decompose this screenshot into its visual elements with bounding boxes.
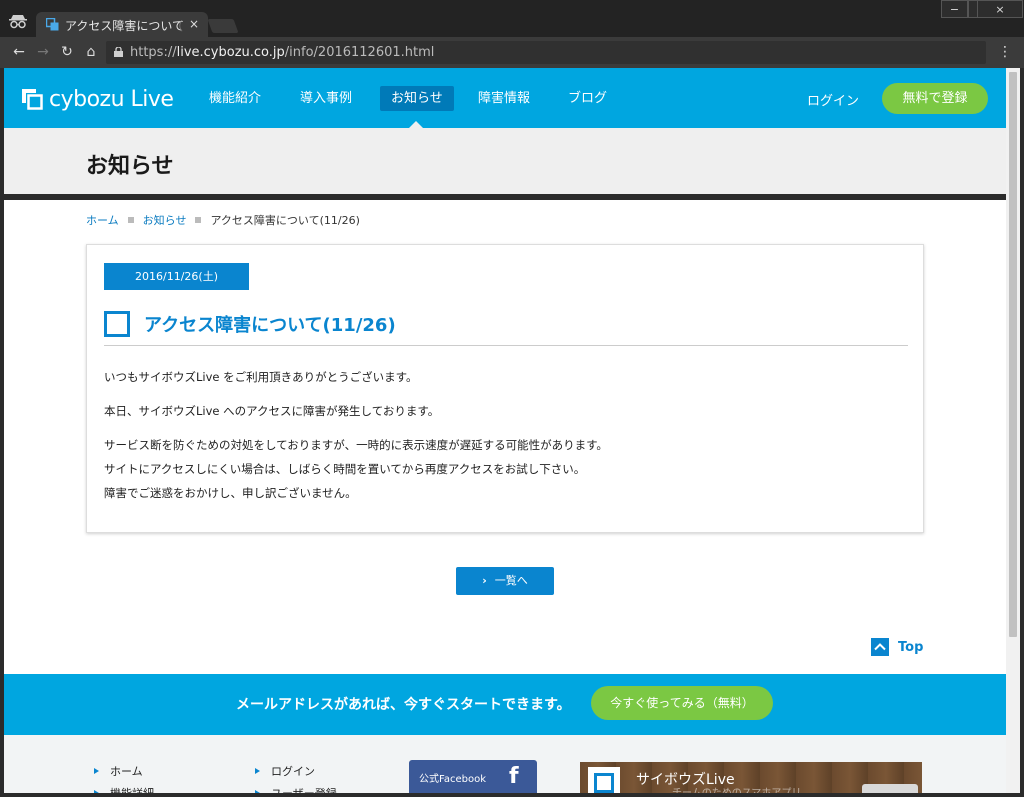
article-title: アクセス障害について(11/26) xyxy=(144,315,396,336)
promo-subtitle: チームのためのスマホアプリ xyxy=(672,784,801,793)
breadcrumb-current: アクセス障害について(11/26) xyxy=(210,214,360,227)
nav-case-studies[interactable]: 導入事例 xyxy=(289,86,363,111)
article-divider xyxy=(104,345,908,346)
article-date: 2016/11/26(土) xyxy=(104,263,249,290)
article-paragraph: サービス断を防ぐための対処をしておりますが、一時的に表示速度が遅延する可能性があ… xyxy=(104,438,608,452)
home-icon[interactable]: ⌂ xyxy=(83,44,99,60)
nav-blog[interactable]: ブログ xyxy=(557,86,618,111)
back-to-list-button[interactable]: › 一覧へ xyxy=(456,567,554,595)
chevron-up-icon xyxy=(871,638,889,656)
try-now-button[interactable]: 今すぐ使ってみる（無料） xyxy=(591,686,773,720)
facebook-box[interactable]: 公式Facebook f xyxy=(409,760,537,793)
facebook-icon: f xyxy=(509,764,519,789)
page-viewport: cybozu Live 機能紹介 導入事例 お知らせ 障害情報 ブログ ログイン… xyxy=(4,68,1006,793)
breadcrumb-home[interactable]: ホーム xyxy=(86,212,119,228)
footer-link-label: 機能詳細 xyxy=(110,785,154,793)
nav-outage-info[interactable]: 障害情報 xyxy=(467,86,541,111)
article-body: いつもサイボウズLive をご利用頂きありがとうございます。 本日、サイボウズL… xyxy=(104,365,608,505)
site-footer: ホーム 機能詳細 ログイン ユーザー登録 公式Facebook f サイボウズL… xyxy=(4,735,1006,793)
app-promo-banner[interactable]: サイボウズLive チームのためのスマホアプリ xyxy=(580,762,922,793)
page-title-band: お知らせ xyxy=(4,128,1006,194)
page-title: お知らせ xyxy=(86,154,174,179)
url-scheme: https:// xyxy=(130,45,177,60)
article-card: 2016/11/26(土) アクセス障害について(11/26) いつもサイボウズ… xyxy=(86,244,924,533)
facebook-label: 公式Facebook xyxy=(419,774,486,785)
article-paragraph: サイトにアクセスしにくい場合は、しばらく時間を置いてから再度アクセスをお試し下さ… xyxy=(104,462,586,476)
tab-title-overflow: （ xyxy=(171,19,184,33)
title-divider xyxy=(4,194,1006,200)
article-square-icon xyxy=(104,311,130,337)
reload-icon[interactable]: ↻ xyxy=(59,44,75,60)
lock-icon xyxy=(114,47,123,57)
cta-text: メールアドレスがあれば、今すぐスタートできます。 xyxy=(236,697,571,713)
bullet-icon xyxy=(255,768,260,774)
nav-active-pointer xyxy=(409,121,423,128)
url-path: /info/2016112601.html xyxy=(284,45,435,60)
article-paragraph: 障害でご迷惑をおかけし、申し訳ございません。 xyxy=(104,486,357,500)
chevron-right-icon: › xyxy=(482,574,487,587)
new-tab-button[interactable] xyxy=(207,19,239,33)
cybozu-logo-icon xyxy=(22,89,43,110)
address-bar[interactable]: https://live.cybozu.co.jp/info/201611260… xyxy=(106,41,986,64)
footer-link-features[interactable]: 機能詳細 xyxy=(94,785,154,793)
footer-link-label: ログイン xyxy=(271,765,315,778)
promo-button[interactable] xyxy=(862,784,918,793)
page-scrollbar[interactable] xyxy=(1006,68,1020,793)
breadcrumb-separator xyxy=(127,217,134,223)
back-icon[interactable]: ← xyxy=(11,44,27,60)
cta-band: メールアドレスがあれば、今すぐスタートできます。 今すぐ使ってみる（無料） xyxy=(4,674,1006,735)
logo-text: cybozu Live xyxy=(49,86,174,112)
browser-tab[interactable]: アクセス障害について （ × xyxy=(36,12,208,37)
window-close-button[interactable]: × xyxy=(977,0,1023,18)
footer-link-label: ホーム xyxy=(110,765,143,778)
window-minimize-button[interactable]: − xyxy=(941,0,968,18)
breadcrumb-separator xyxy=(195,217,202,223)
incognito-icon xyxy=(9,15,27,29)
top-link-label: Top xyxy=(898,639,924,655)
site-header: cybozu Live 機能紹介 導入事例 お知らせ 障害情報 ブログ ログイン… xyxy=(4,68,1006,128)
browser-toolbar: ← → ↻ ⌂ https://live.cybozu.co.jp/info/2… xyxy=(0,37,1024,68)
browser-titlebar: アクセス障害について （ × − □ × xyxy=(0,0,1024,37)
cybozu-favicon-icon xyxy=(46,18,59,31)
url-text: https://live.cybozu.co.jp/info/201611260… xyxy=(130,45,434,60)
tab-title: アクセス障害について xyxy=(65,19,185,33)
article-paragraph: 本日、サイボウズLive へのアクセスに障害が発生しております。 xyxy=(104,404,440,418)
signup-button[interactable]: 無料で登録 xyxy=(882,83,988,114)
login-link[interactable]: ログイン xyxy=(807,90,859,109)
footer-link-label: ユーザー登録 xyxy=(271,785,337,793)
breadcrumb-news[interactable]: お知らせ xyxy=(143,212,187,228)
breadcrumb: ホーム お知らせ アクセス障害について(11/26) xyxy=(86,212,360,228)
article-paragraph: いつもサイボウズLive をご利用頂きありがとうございます。 xyxy=(104,370,418,384)
forward-icon[interactable]: → xyxy=(35,44,51,60)
nav-news[interactable]: お知らせ xyxy=(380,86,454,111)
footer-link-register[interactable]: ユーザー登録 xyxy=(255,785,337,793)
scrollbar-thumb[interactable] xyxy=(1009,72,1017,637)
app-logo-icon xyxy=(588,767,620,793)
list-button-label: 一覧へ xyxy=(494,574,528,587)
footer-link-login[interactable]: ログイン xyxy=(255,763,315,779)
site-logo[interactable]: cybozu Live xyxy=(21,85,174,113)
bullet-icon xyxy=(94,768,99,774)
url-host: live.cybozu.co.jp xyxy=(176,45,285,60)
browser-menu-icon[interactable]: ⋮ xyxy=(998,44,1012,60)
tab-close-icon[interactable]: × xyxy=(186,16,202,32)
nav-features[interactable]: 機能紹介 xyxy=(198,86,272,111)
footer-link-home[interactable]: ホーム xyxy=(94,763,143,779)
back-to-top-link[interactable]: Top xyxy=(871,638,923,656)
